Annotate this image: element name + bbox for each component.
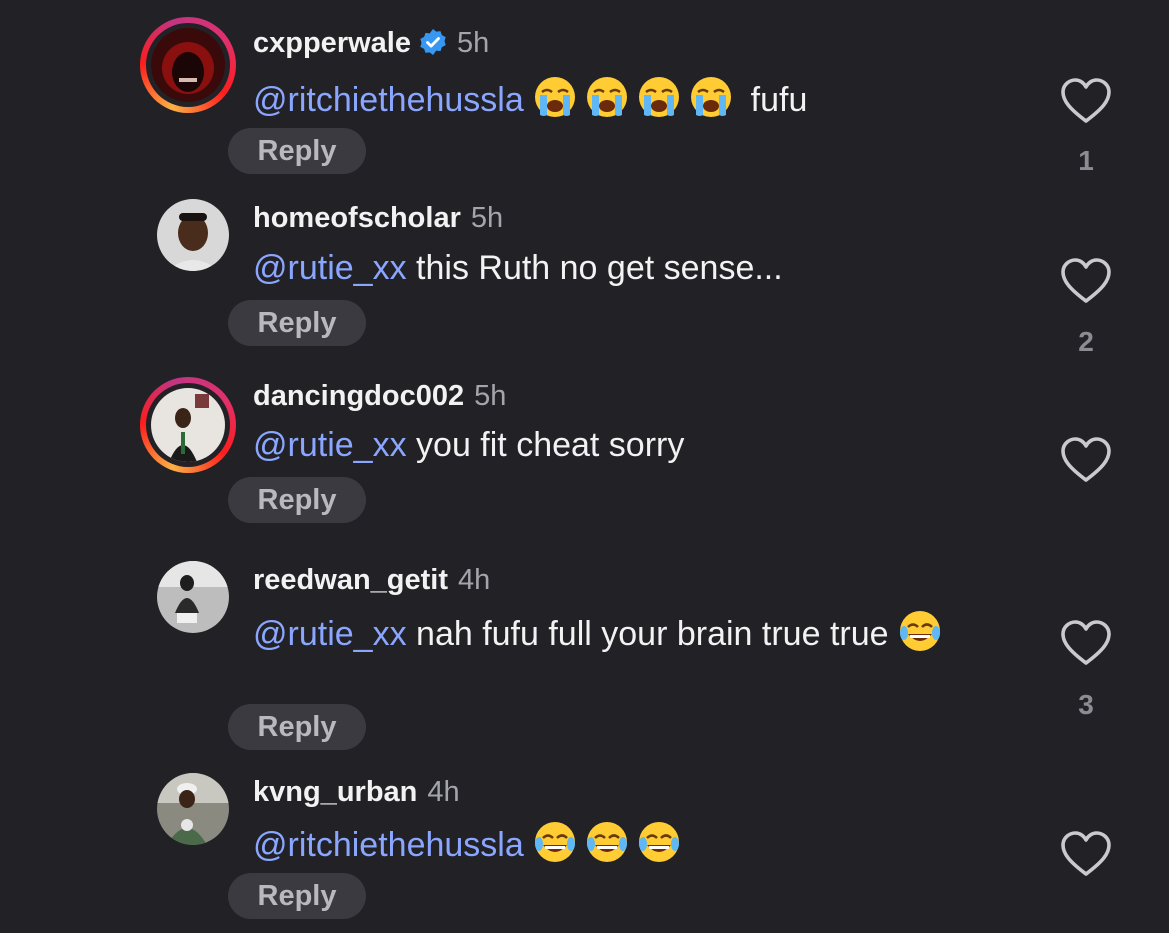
username[interactable]: kvng_urban xyxy=(253,776,417,808)
username[interactable]: cxpperwale xyxy=(253,27,411,59)
loudly-crying-face-icon xyxy=(637,75,681,119)
avatar[interactable] xyxy=(157,199,229,271)
loudly-crying-face-icon xyxy=(533,75,577,119)
comment-text: @rutie_xx you fit cheat sorry xyxy=(253,424,1013,466)
reply-button[interactable]: Reply xyxy=(228,704,366,750)
like-heart-icon[interactable] xyxy=(1060,619,1112,667)
like-heart-icon[interactable] xyxy=(1060,257,1112,305)
like-heart-icon[interactable] xyxy=(1060,77,1112,125)
timestamp: 4h xyxy=(427,776,460,808)
mention-link[interactable]: @ritchiethehussla xyxy=(253,81,524,119)
like-count: 2 xyxy=(1078,326,1094,357)
timestamp: 5h xyxy=(474,380,507,412)
mention-link[interactable]: @rutie_xx xyxy=(253,426,407,464)
loudly-crying-face-icon xyxy=(585,75,629,119)
avatar[interactable] xyxy=(140,377,236,473)
reply-button[interactable]: Reply xyxy=(228,300,366,346)
like-count: 3 xyxy=(1078,689,1094,720)
mention-link[interactable]: @rutie_xx xyxy=(253,615,407,653)
comment-text: @ritchiethehussla fufu xyxy=(253,75,1013,121)
avatar[interactable] xyxy=(157,561,229,633)
username[interactable]: dancingdoc002 xyxy=(253,380,464,412)
avatar[interactable] xyxy=(140,17,236,113)
comment-body-text: fufu xyxy=(750,81,808,119)
face-with-tears-of-joy-icon xyxy=(898,609,942,653)
loudly-crying-face-icon xyxy=(689,75,733,119)
like-count: 1 xyxy=(1078,145,1094,176)
face-with-tears-of-joy-icon xyxy=(585,820,629,864)
comment-text: @rutie_xx nah fufu full your brain true … xyxy=(253,609,953,655)
comment-text: @ritchiethehussla xyxy=(253,820,1013,866)
mention-link[interactable]: @rutie_xx xyxy=(253,249,407,287)
reply-button[interactable]: Reply xyxy=(228,477,366,523)
face-with-tears-of-joy-icon xyxy=(637,820,681,864)
verified-badge-icon xyxy=(419,28,447,56)
reply-button[interactable]: Reply xyxy=(228,128,366,174)
comment-body-text: nah fufu full your brain true true xyxy=(416,615,889,653)
mention-link[interactable]: @ritchiethehussla xyxy=(253,826,524,864)
timestamp: 5h xyxy=(470,202,504,234)
comment-text: @rutie_xx this Ruth no get sense... xyxy=(253,247,1013,289)
like-heart-icon[interactable] xyxy=(1060,436,1112,484)
username[interactable]: reedwan_getit xyxy=(253,564,448,596)
timestamp: 4h xyxy=(458,564,491,596)
face-with-tears-of-joy-icon xyxy=(533,820,577,864)
timestamp: 5h xyxy=(456,27,490,59)
comment-body-text: you fit cheat sorry xyxy=(416,426,685,464)
reply-button[interactable]: Reply xyxy=(228,873,366,919)
username[interactable]: homeofscholar xyxy=(253,202,461,234)
avatar[interactable] xyxy=(157,773,229,845)
like-heart-icon[interactable] xyxy=(1060,830,1112,878)
comment-body-text: this Ruth no get sense... xyxy=(416,249,783,287)
